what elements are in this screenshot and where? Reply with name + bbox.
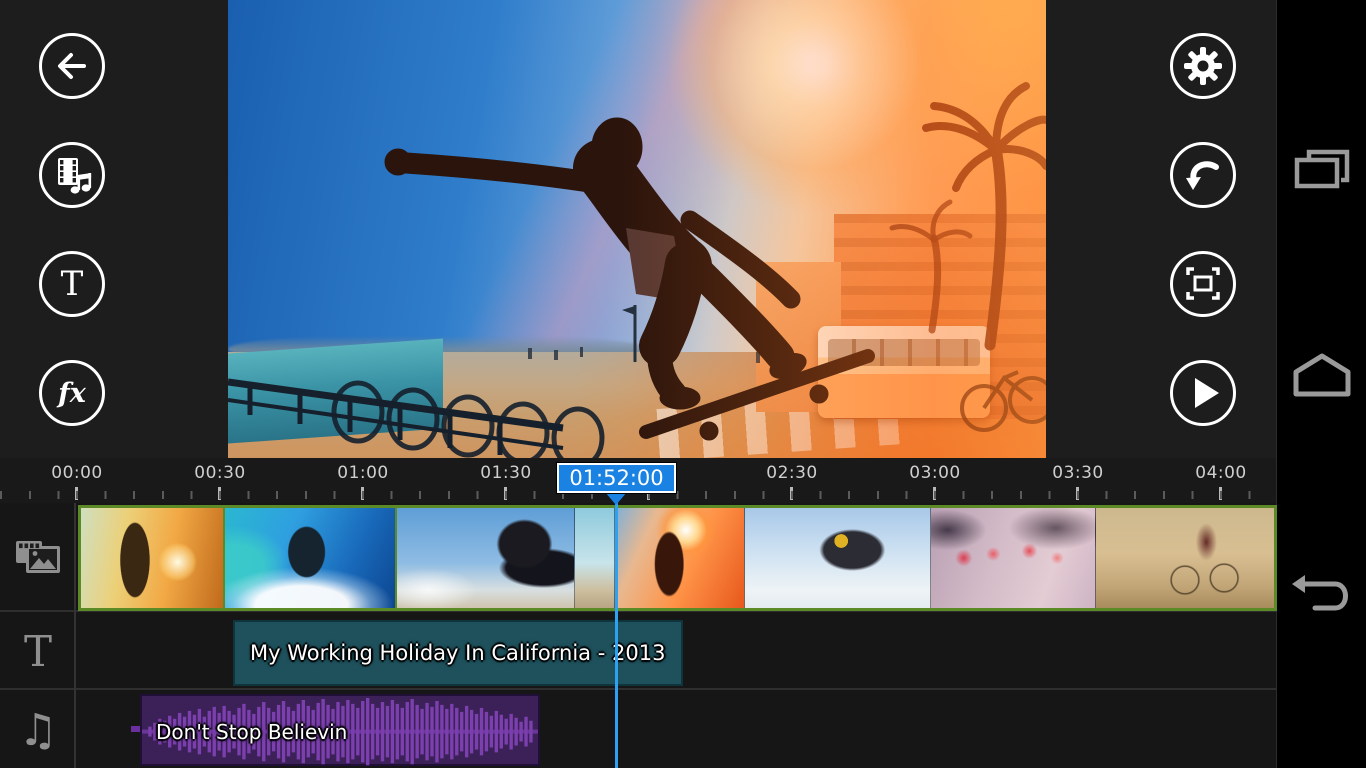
- title-track-icon: T: [24, 627, 52, 676]
- audio-clip[interactable]: Don't Stop Believin: [140, 694, 540, 766]
- back-button[interactable]: [39, 33, 105, 99]
- media-clip-music-icon: [51, 154, 93, 196]
- gear-icon: [1183, 46, 1223, 86]
- play-icon: [1195, 378, 1219, 408]
- clip-thumbnail-fisherman[interactable]: [81, 508, 225, 608]
- audio-clip-label: Don't Stop Believin: [156, 720, 347, 744]
- ruler-label: 04:00: [1195, 463, 1247, 483]
- video-track-button[interactable]: [0, 517, 76, 597]
- ruler-label: 03:00: [909, 463, 961, 483]
- media-button[interactable]: [39, 142, 105, 208]
- current-time-display[interactable]: 01:52:00: [557, 463, 676, 493]
- ruler-label: 01:00: [337, 463, 389, 483]
- audio-track-button[interactable]: ♫: [0, 699, 76, 761]
- timeline-tracks: T ♫ My Working Holiday In California - 2…: [0, 503, 1277, 768]
- fullscreen-icon: [1183, 264, 1223, 304]
- effects-button[interactable]: fx: [39, 360, 105, 426]
- preview-scene-figures: [228, 0, 1046, 458]
- back-return-icon: [1291, 572, 1353, 618]
- clip-thumbnail-surfer[interactable]: [225, 508, 397, 608]
- ruler-label: 02:30: [766, 463, 818, 483]
- playhead[interactable]: [615, 492, 618, 768]
- ruler-label: 03:30: [1052, 463, 1104, 483]
- video-clip-strip: [78, 505, 1277, 611]
- ruler-label: 01:30: [480, 463, 532, 483]
- android-nav-bar: [1277, 0, 1366, 768]
- title-track-button[interactable]: T: [0, 621, 76, 681]
- recent-apps-button[interactable]: [1293, 148, 1351, 196]
- clip-thumbnail-cyclist[interactable]: [1096, 508, 1274, 608]
- text-tool-button[interactable]: T: [39, 251, 105, 317]
- audio-track-icon: ♫: [18, 705, 57, 756]
- home-button[interactable]: [1292, 352, 1352, 402]
- video-preview[interactable]: [228, 0, 1046, 458]
- play-button[interactable]: [1170, 360, 1236, 426]
- fit-screen-button[interactable]: [1170, 251, 1236, 317]
- settings-button[interactable]: [1170, 33, 1236, 99]
- home-icon: [1292, 352, 1352, 398]
- undo-icon: [1183, 155, 1223, 195]
- clip-thumbnail-skateboarder[interactable]: [615, 508, 745, 608]
- back-nav-button[interactable]: [1291, 572, 1353, 622]
- playhead-triangle: [605, 492, 627, 505]
- clip-thumbnail-skydiver[interactable]: [745, 508, 931, 608]
- text-tool-icon: T: [61, 267, 84, 301]
- fx-icon: fx: [58, 380, 86, 407]
- video-editor-screen: T fx: [0, 0, 1366, 768]
- ruler-label: 00:30: [194, 463, 246, 483]
- clip-thumbnail-bmx[interactable]: [397, 508, 575, 608]
- recents-icon: [1293, 148, 1351, 192]
- ruler-label: 00:00: [51, 463, 103, 483]
- editor-panel: T fx: [0, 0, 1277, 768]
- title-clip-label: My Working Holiday In California - 2013: [235, 641, 665, 665]
- video-photo-track-icon: [14, 537, 62, 577]
- back-arrow-icon: [52, 46, 92, 86]
- undo-button[interactable]: [1170, 142, 1236, 208]
- clip-thumbnail-beach[interactable]: [575, 508, 615, 608]
- clip-thumbnail-city-bokeh[interactable]: [931, 508, 1096, 608]
